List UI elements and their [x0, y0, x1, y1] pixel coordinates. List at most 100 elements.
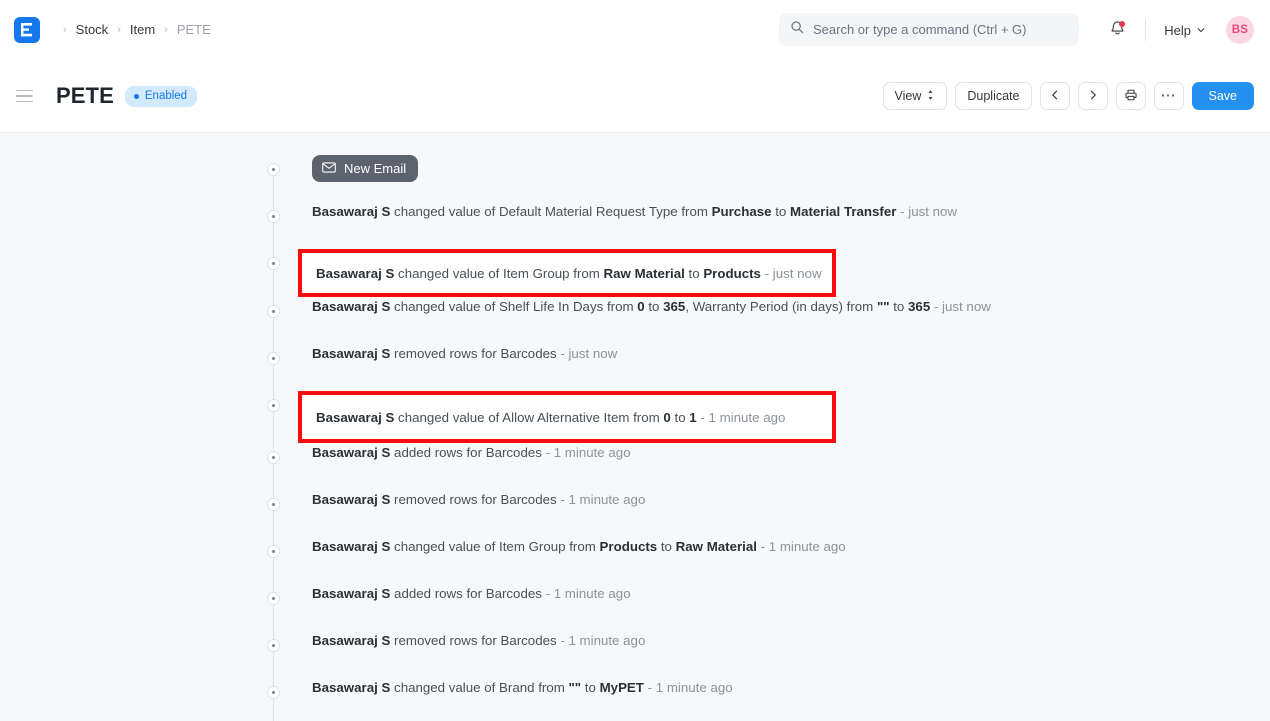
timeline-dot-circle: [267, 210, 280, 223]
timeline-dot-circle: [267, 639, 280, 652]
breadcrumb-item-item[interactable]: Item: [130, 19, 155, 41]
notifications-button[interactable]: [1101, 14, 1133, 46]
timeline-dot-center: [272, 262, 275, 265]
timeline-dot-circle: [267, 352, 280, 365]
timeline-dot: [267, 639, 280, 652]
search-box[interactable]: [779, 13, 1079, 46]
view-button[interactable]: View: [883, 82, 948, 110]
timeline-entry: Basawaraj S removed rows for Barcodes - …: [258, 631, 1270, 678]
status-dot-icon: [134, 94, 139, 99]
navbar-left: › Stock › Item › PETE: [14, 17, 211, 43]
page-toolbar-actions: View Duplicate: [883, 82, 1255, 110]
avatar[interactable]: BS: [1226, 16, 1254, 44]
timeline-dot-circle: [267, 451, 280, 464]
save-button[interactable]: Save: [1192, 82, 1255, 110]
timeline-value: "": [569, 680, 582, 695]
timeline-dot-center: [272, 691, 275, 694]
timeline-text: to: [890, 299, 908, 314]
timeline-dot: [267, 592, 280, 605]
timeline-entry-body: Basawaraj S removed rows for Barcodes - …: [312, 344, 617, 363]
timeline-entry-body: Basawaraj S changed value of Brand from …: [312, 678, 733, 697]
activity-timeline: New Email Basawaraj S changed value of De…: [258, 133, 1270, 721]
help-menu[interactable]: Help: [1158, 19, 1212, 42]
timeline-value: 365: [663, 299, 685, 314]
ellipsis-icon: ⋯: [1161, 91, 1177, 101]
timeline-timestamp: - just now: [761, 266, 822, 281]
view-button-label: View: [895, 89, 922, 103]
timeline-timestamp: - 1 minute ago: [644, 680, 733, 695]
timeline-value: Products: [600, 539, 658, 554]
timeline-text: changed value of Allow Alternative Item …: [394, 410, 663, 425]
timeline-dot-circle: [267, 257, 280, 270]
timeline-entry: Basawaraj S removed rows for Barcodes - …: [258, 344, 1270, 391]
breadcrumb-item-pete[interactable]: PETE: [177, 19, 211, 41]
timeline-timestamp: - 1 minute ago: [542, 445, 631, 460]
new-email-button[interactable]: New Email: [312, 155, 418, 182]
timeline-actor: Basawaraj S: [312, 204, 390, 219]
timeline-text: changed value of Item Group from: [394, 266, 603, 281]
breadcrumb-separator: ›: [164, 21, 168, 39]
breadcrumb: › Stock › Item › PETE: [54, 19, 211, 41]
prev-record-button[interactable]: [1040, 82, 1070, 110]
timeline-entry-text: Basawaraj S removed rows for Barcodes - …: [312, 490, 645, 509]
global-search[interactable]: [779, 13, 1079, 46]
duplicate-button[interactable]: Duplicate: [955, 82, 1031, 110]
timeline-entry: Basawaraj S removed rows for Barcodes - …: [258, 490, 1270, 537]
timeline-entry-body: New Email: [312, 155, 418, 182]
timeline-dot-circle: [267, 305, 280, 318]
search-icon: [790, 20, 804, 39]
timeline-timestamp: - 1 minute ago: [757, 539, 846, 554]
timeline-timestamp: - 1 minute ago: [697, 410, 786, 425]
timeline-value: Material Transfer: [790, 204, 896, 219]
timeline-entry-text: Basawaraj S added rows for Barcodes - 1 …: [312, 443, 631, 462]
timeline-entry-body: Basawaraj S changed value of Default Mat…: [312, 202, 957, 221]
timeline-text: to: [657, 539, 675, 554]
page-title: PETE: [56, 83, 114, 109]
timeline-timestamp: - 1 minute ago: [557, 492, 646, 507]
timeline-entry: Basawaraj S added rows for Barcodes - 1 …: [258, 443, 1270, 490]
timeline-value: 0: [663, 410, 670, 425]
timeline-actor: Basawaraj S: [312, 445, 390, 460]
timeline-dot: [267, 257, 280, 270]
timeline-entry: Basawaraj S changed value of Item Group …: [258, 537, 1270, 584]
search-input[interactable]: [813, 22, 1068, 37]
new-email-label: New Email: [344, 161, 406, 176]
highlight-annotation-box: Basawaraj S changed value of Allow Alter…: [298, 391, 836, 443]
timeline-timestamp: - 1 minute ago: [542, 586, 631, 601]
timeline-entry-text: Basawaraj S changed value of Shelf Life …: [312, 297, 991, 316]
timeline-actor: Basawaraj S: [312, 299, 390, 314]
timeline-entry-body: Basawaraj S removed rows for Barcodes - …: [312, 490, 645, 509]
erpnext-logo-icon[interactable]: [14, 17, 40, 43]
timeline-entry: Basawaraj S changed value of Brand from …: [258, 678, 1270, 721]
timeline-value: Raw Material: [604, 266, 685, 281]
timeline-entry-text: Basawaraj S changed value of Item Group …: [316, 264, 822, 283]
timeline-dot-circle: [267, 686, 280, 699]
timeline-entry: Basawaraj S changed value of Allow Alter…: [258, 391, 1270, 443]
navbar-right: Help BS: [1101, 14, 1254, 46]
breadcrumb-item-stock[interactable]: Stock: [76, 19, 109, 41]
timeline-text: removed rows for Barcodes: [390, 346, 556, 361]
print-button[interactable]: [1116, 82, 1146, 110]
timeline-dot-center: [272, 456, 275, 459]
timeline-entry-text: Basawaraj S changed value of Item Group …: [312, 537, 846, 556]
timeline-dot: [267, 305, 280, 318]
timeline-text: changed value of Shelf Life In Days from: [390, 299, 637, 314]
timeline-entry-text: Basawaraj S changed value of Allow Alter…: [316, 408, 785, 427]
timeline-entry-body: Basawaraj S changed value of Shelf Life …: [312, 297, 991, 316]
envelope-icon: [322, 161, 336, 176]
chevron-down-icon: [1196, 23, 1206, 38]
timeline-dot-circle: [267, 163, 280, 176]
timeline-dot-center: [272, 597, 275, 600]
chevron-left-icon: [1049, 89, 1061, 104]
timeline-actor: Basawaraj S: [316, 410, 394, 425]
timeline-dot-center: [272, 404, 275, 407]
next-record-button[interactable]: [1078, 82, 1108, 110]
hamburger-icon[interactable]: [16, 83, 42, 109]
sort-updown-icon: [926, 89, 935, 104]
status-badge-label: Enabled: [145, 90, 187, 103]
timeline-entry: Basawaraj S added rows for Barcodes - 1 …: [258, 584, 1270, 631]
more-actions-button[interactable]: ⋯: [1154, 82, 1184, 110]
timeline-text: removed rows for Barcodes: [390, 633, 556, 648]
timeline-text: removed rows for Barcodes: [390, 492, 556, 507]
breadcrumb-separator: ›: [63, 21, 67, 39]
